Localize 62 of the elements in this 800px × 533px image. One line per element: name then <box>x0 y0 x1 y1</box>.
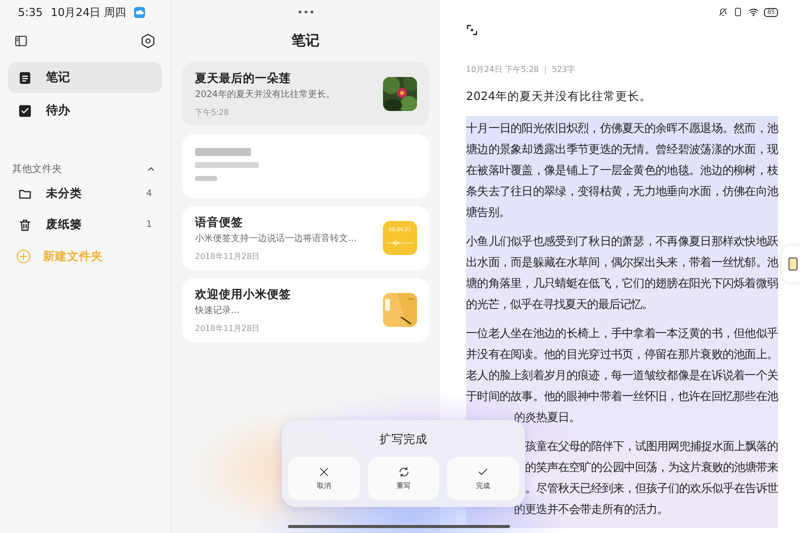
mute-icon <box>718 7 728 17</box>
section-label: 其他文件夹 <box>12 162 62 176</box>
body-text: 塘告别。 <box>466 204 511 221</box>
body-text: 的笑声在空旷的公园中回荡，为这片衰败的池塘带来 <box>525 459 778 476</box>
waveform-icon <box>386 239 414 247</box>
clock: 5:35 <box>18 6 43 18</box>
note-time: 2018年11月28日 <box>195 322 261 334</box>
checkbox-icon <box>18 104 32 118</box>
note-date: 10月24日 下午5:28 <box>466 64 539 75</box>
body-text: 老人的脸上刻着岁月的痕迹，每一道皱纹都像是在诉说着一个关 <box>466 367 778 384</box>
phone-icon <box>733 7 744 17</box>
note-card[interactable]: 夏天最后的一朵莲 2024年的夏天并没有比往常更长。 下午5:28 <box>182 62 429 126</box>
note-preview: 快速记录... <box>195 304 241 316</box>
body-text: 的光芒，似乎在寻找夏天的最后记忆。 <box>466 296 654 313</box>
note-time: 下午5:28 <box>195 106 230 118</box>
settings-icon[interactable] <box>140 33 156 49</box>
dialog-title: 扩写完成 <box>380 432 428 447</box>
note-preview: 2024年的夏天并没有比往常更长。 <box>195 88 336 100</box>
folder-item[interactable]: 废纸篓 1 <box>8 209 162 240</box>
folder-item[interactable]: 未分类 4 <box>8 178 162 209</box>
nav-item[interactable]: 待办 <box>8 95 162 126</box>
note-icon <box>18 70 32 84</box>
note-card[interactable]: 欢迎使用小米便签 快速记录... 2018年11月28日 <box>182 278 429 342</box>
body-text: 十月一日的阳光依旧炽烈，仿佛夏天的余晖不愿退场。然而，池 <box>466 120 778 137</box>
note-time: 2018年11月28日 <box>195 250 261 262</box>
body-text: 出水面，而是躲藏在水草间，偶尔探出头来，带着一丝忧郁。池 <box>466 254 778 271</box>
note-icon <box>788 257 798 271</box>
more-icon[interactable] <box>298 10 314 14</box>
note-title: 夏天最后的一朵莲 <box>195 70 292 86</box>
body-text: 条失去了往日的翠绿，变得枯黄，无力地垂向水面，仿佛在向池 <box>466 183 778 200</box>
close-icon <box>318 466 330 478</box>
wifi-icon <box>748 7 760 17</box>
body-text: 在被落叶覆盖，像是铺上了一层金黄色的地毯。池边的柳树，枝 <box>466 162 778 179</box>
check-icon <box>477 466 490 478</box>
note-title: 语音便签 <box>195 214 244 230</box>
body-text: 塘边的景象却透露出季节更迭的无情。曾经碧波荡漾的水面，现 <box>466 141 778 158</box>
body-text: 塘的角落里，几只蜻蜓在低飞，它们的翅膀在阳光下闪烁着微弱 <box>466 275 778 292</box>
note-title: 欢迎使用小米便签 <box>195 286 292 302</box>
date: 10月24日 周四 <box>50 4 126 20</box>
refresh-icon <box>398 466 410 478</box>
folder-count: 4 <box>146 188 152 198</box>
folder-count: 1 <box>146 220 152 230</box>
folder-name: 废纸篓 <box>46 217 82 232</box>
body-text: 。尽管秋天已经到来，但孩子们的欢乐似乎在告诉世 <box>525 480 778 497</box>
body-text: 于时间的故事。他的眼神中带着一丝怀旧，也许在回忆那些在池 <box>466 388 778 405</box>
word-count: 523字 <box>552 64 576 75</box>
body-text: 小鱼儿们似乎也感受到了秋日的萧瑟，不再像夏日那样欢快地跃 <box>466 233 778 250</box>
cloud-icon <box>134 6 146 18</box>
body-text: 孩童在父母的陪伴下，试图用网兜捕捉水面上飘落的 <box>525 438 778 455</box>
body-text: 2024年的夏天并没有比往常更长。 <box>466 89 652 104</box>
trash-icon <box>18 218 32 232</box>
body-text: 一位老人坐在池边的长椅上，手中拿着一本泛黄的书，但他似乎 <box>466 325 778 342</box>
add-icon <box>16 248 31 264</box>
folder-name: 未分类 <box>46 186 82 201</box>
body-text: 的更迭并不会带走所有的活力。 <box>514 501 668 518</box>
list-title: 笔记 <box>290 32 320 51</box>
note-preview: 小米便签支持一边说话一边将语音转文... <box>195 232 358 244</box>
body-text: 的炎热夏日。 <box>514 409 580 426</box>
sidebar-toggle-icon[interactable] <box>14 34 28 48</box>
expand-icon[interactable] <box>466 24 478 36</box>
nav-item[interactable]: 笔记 <box>8 62 162 93</box>
body-text: 并没有在阅读。他的目光穿过书页，停留在那片衰败的池面上。 <box>466 346 778 363</box>
